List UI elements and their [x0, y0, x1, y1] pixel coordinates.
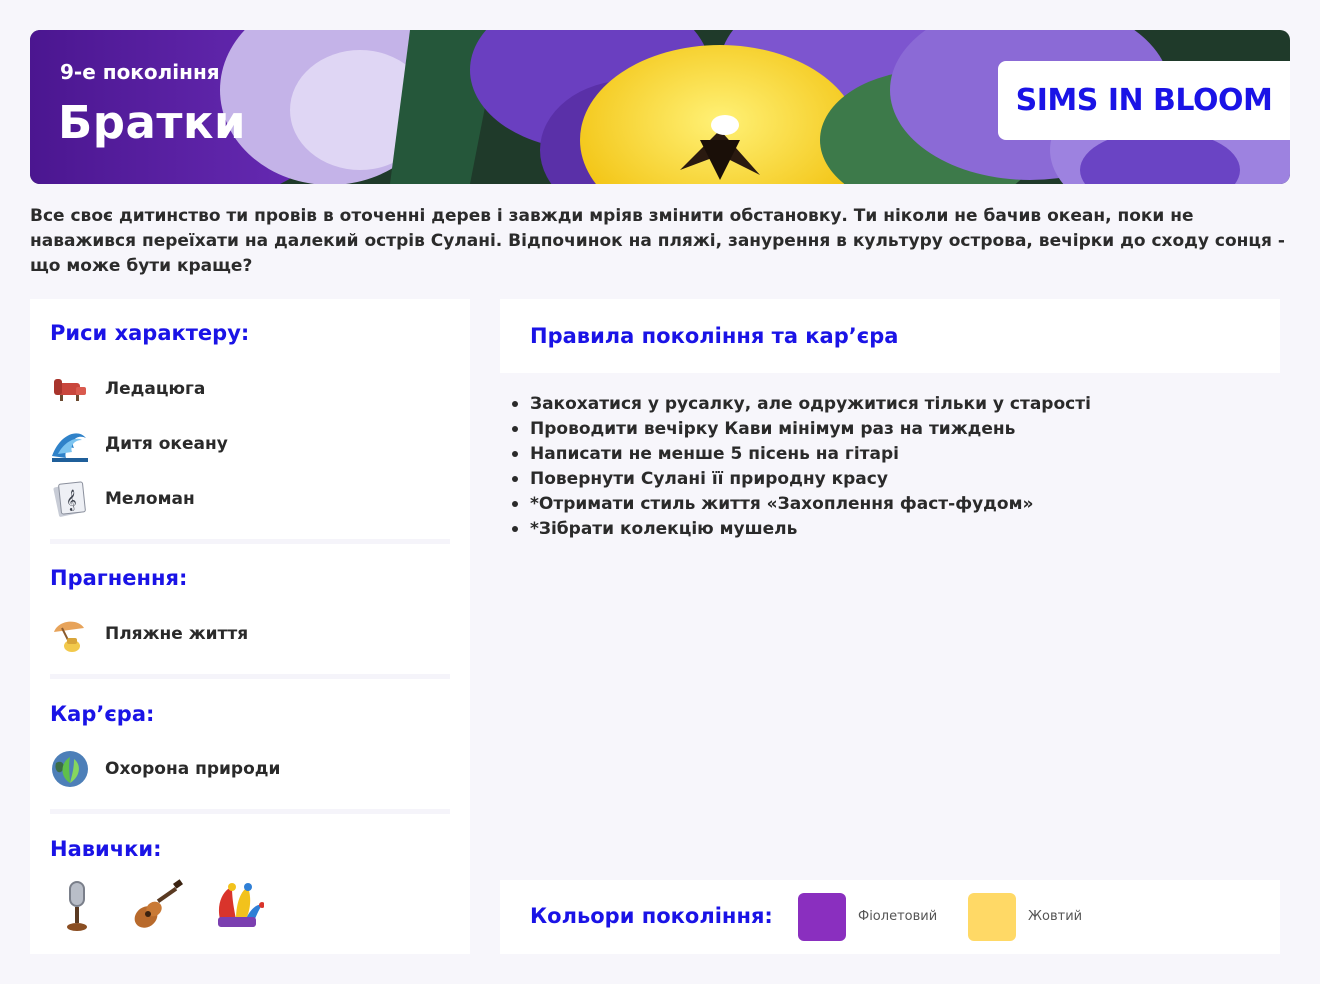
rule-item: Закохатися у русалку, але одружитися тіл… [510, 392, 1091, 417]
section-divider [50, 539, 450, 544]
recliner-icon [50, 369, 90, 409]
aspiration-label: Пляжне життя [105, 624, 249, 644]
trait-item: Дитя океану [50, 424, 228, 464]
rule-item: *Отримати стиль життя «Захоплення фаст-ф… [510, 492, 1091, 517]
trait-label: Дитя океану [105, 434, 228, 454]
profile-card: Риси характеру: Ледацюга Дитя океану 𝄞 М… [30, 299, 470, 954]
leaf-globe-icon [50, 749, 90, 789]
jester-hat-icon [210, 879, 264, 933]
career-item: Охорона природи [50, 749, 280, 789]
rules-header: Правила покоління та кар’єра [500, 299, 1280, 373]
rule-item: *Зібрати колекцію мушель [510, 517, 1091, 542]
color-name: Фіолетовий [858, 909, 938, 924]
svg-text:𝄞: 𝄞 [66, 490, 77, 511]
aspiration-item: Пляжне життя [50, 614, 248, 654]
color-swatch-yellow [968, 893, 1016, 941]
skills-list [50, 879, 290, 933]
aspiration-title: Прагнення: [50, 566, 188, 590]
skills-title: Навички: [50, 837, 162, 861]
color-name: Жовтий [1028, 909, 1083, 924]
generation-title: Братки [58, 96, 247, 149]
color-swatch-purple [798, 893, 846, 941]
wave-icon [50, 424, 90, 464]
header-banner: 9-е покоління Братки SIMS IN BLOOM [30, 30, 1290, 184]
rule-item: Повернути Сулані її природну красу [510, 467, 1091, 492]
trait-label: Меломан [105, 489, 195, 509]
intro-text: Все своє дитинство ти провів в оточенні … [30, 206, 1285, 276]
generation-label: 9-е покоління [60, 60, 220, 84]
rules-title: Правила покоління та кар’єра [530, 324, 899, 348]
guitar-icon [130, 879, 184, 933]
microphone-icon [50, 879, 104, 933]
trait-item: 𝄞 Меломан [50, 479, 195, 519]
rule-item: Написати не менше 5 пісень на гітарі [510, 442, 1091, 467]
rules-list: Закохатися у русалку, але одружитися тіл… [510, 392, 1091, 542]
section-divider [50, 674, 450, 679]
sheet-music-icon: 𝄞 [50, 479, 90, 519]
trait-label: Ледацюга [105, 379, 206, 399]
rule-item: Проводити вечірку Кави мінімум раз на ти… [510, 417, 1091, 442]
traits-title: Риси характеру: [50, 321, 250, 345]
brand-logo: SIMS IN BLOOM [998, 61, 1290, 140]
trait-item: Ледацюга [50, 369, 205, 409]
colors-title: Кольори покоління: [530, 904, 773, 928]
career-label: Охорона природи [105, 759, 281, 779]
beach-umbrella-icon [50, 614, 90, 654]
section-divider [50, 809, 450, 814]
colors-card: Кольори покоління: Фіолетовий Жовтий [500, 880, 1280, 954]
career-title: Кар’єра: [50, 702, 155, 726]
